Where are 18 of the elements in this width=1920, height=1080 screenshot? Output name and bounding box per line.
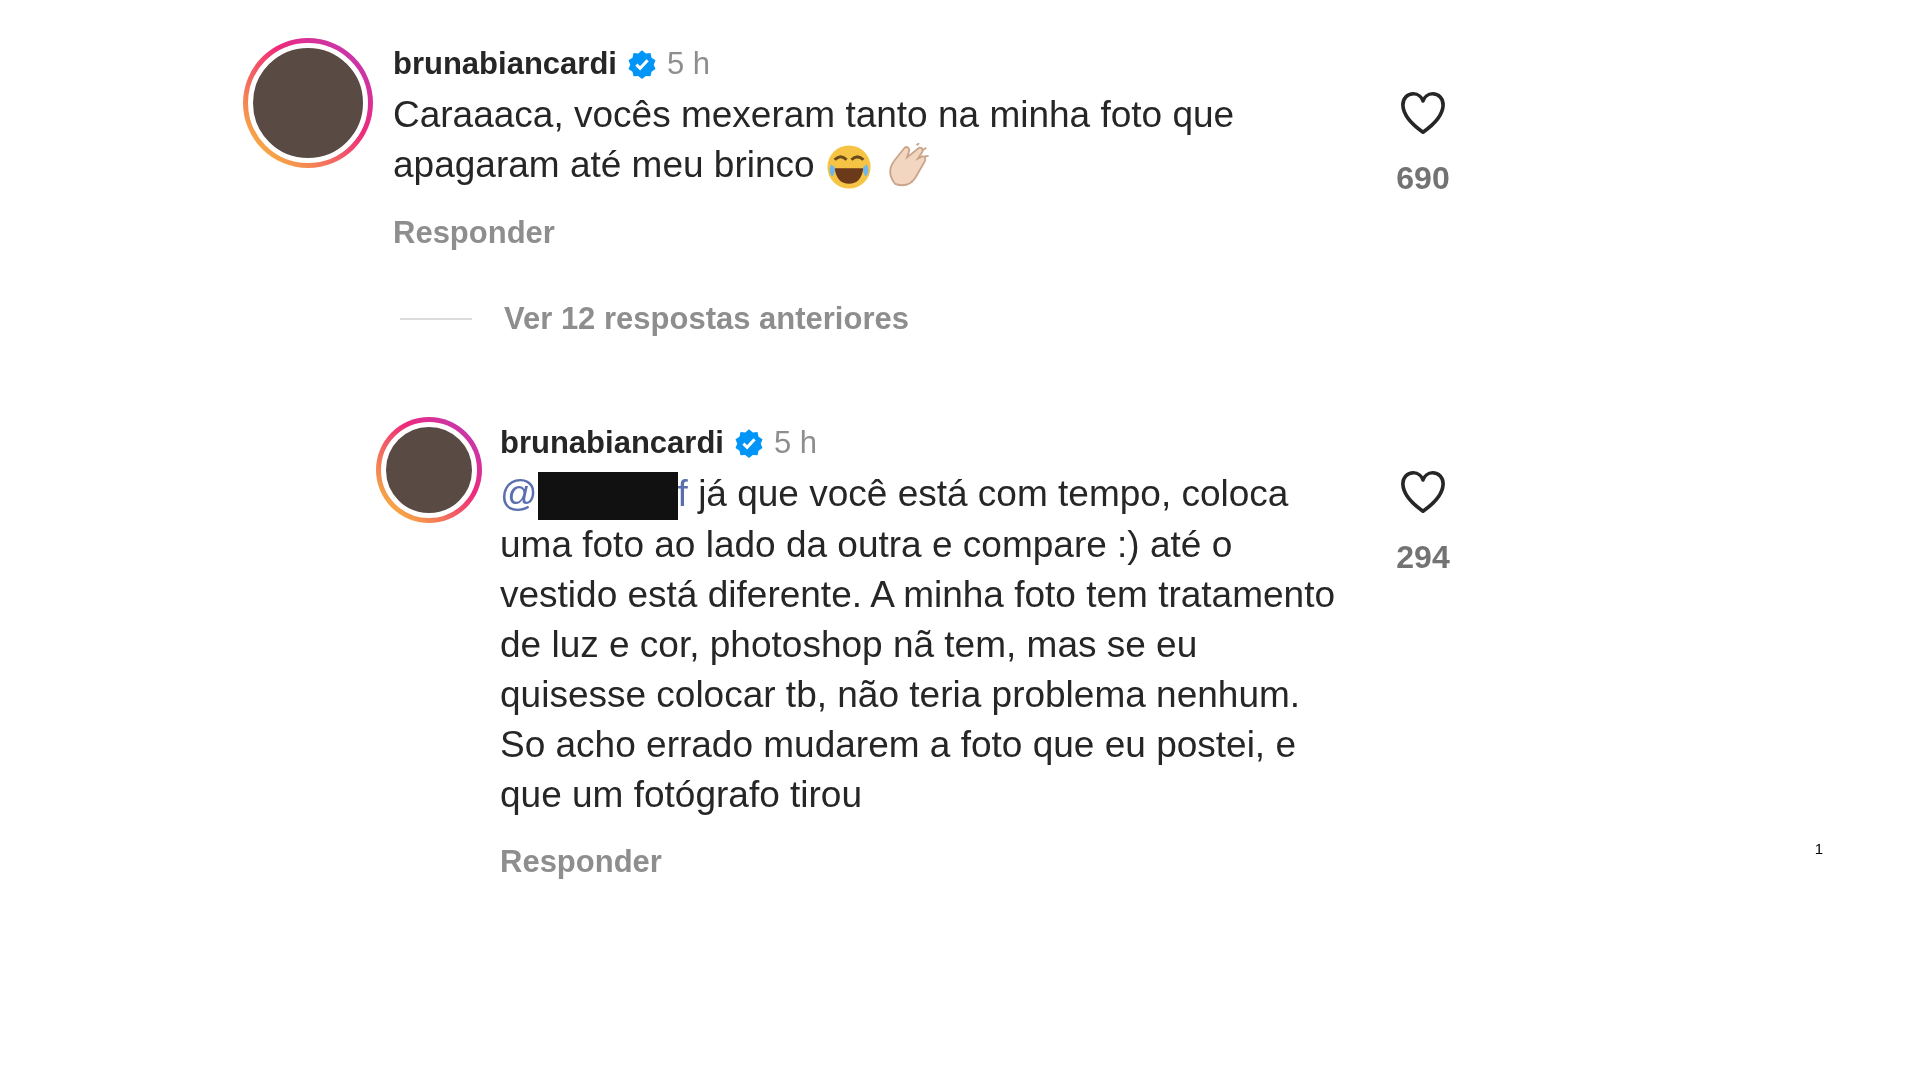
username[interactable]: brunabiancardi xyxy=(500,425,724,462)
timestamp: 5 h xyxy=(666,46,711,82)
like-heart-icon[interactable] xyxy=(1399,90,1447,136)
mention-link[interactable]: @ xyxy=(500,473,538,515)
reply-link[interactable]: Responder xyxy=(500,844,662,881)
username[interactable]: brunabiancardi xyxy=(393,46,617,82)
laughing-emoji-icon xyxy=(824,143,873,192)
like-count: 294 xyxy=(1396,539,1450,577)
like-count: 690 xyxy=(1396,160,1450,197)
divider-line xyxy=(400,318,472,321)
view-replies-link[interactable]: Ver 12 respostas anteriores xyxy=(504,301,909,338)
timestamp: 5 h xyxy=(773,425,818,462)
reply-link[interactable]: Responder xyxy=(393,215,555,252)
comment-text: Caraaaca, vocês mexeram tanto na minha foto que apagaram até meu brinco xyxy=(393,90,1323,192)
like-heart-icon[interactable] xyxy=(1399,469,1447,516)
mention-link[interactable]: f xyxy=(677,473,688,515)
slide-number: 1 xyxy=(1814,840,1823,858)
comment-text: @ f já que você está com tempo, coloca uma foto ao lado da outra e compare :) até o vestido está diferente. A minha foto tem tratamento de luz e cor, photoshop nã tem, mas se eu quisesse colocar tb, não teria problema nenhum. So acho errado mudarem a foto que eu postei, e que um fotógrafo tirou xyxy=(500,471,1337,818)
